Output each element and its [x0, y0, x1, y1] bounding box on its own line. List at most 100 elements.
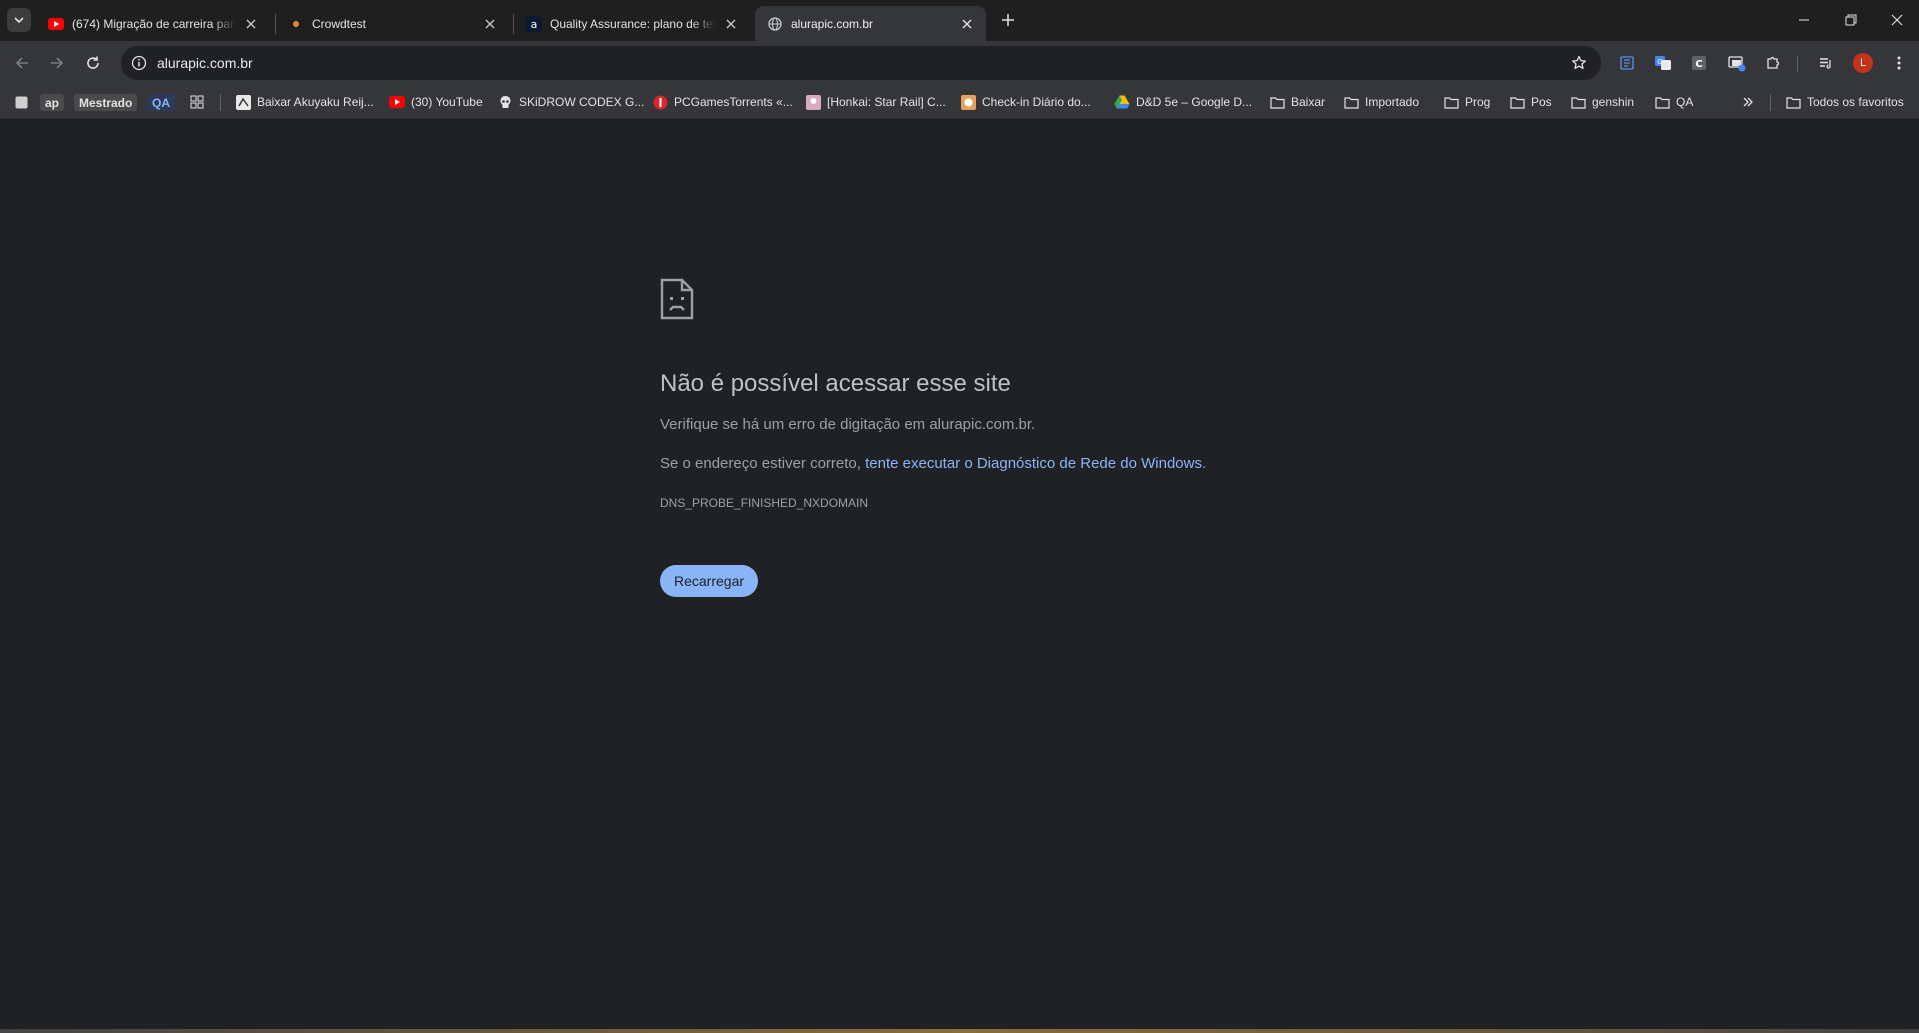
bookmark-separator — [1770, 94, 1771, 111]
bookmark-youtube[interactable]: (30) YouTube — [389, 91, 483, 113]
bookmark-honkai[interactable]: [Honkai: Star Rail] C... — [805, 91, 946, 113]
close-icon[interactable] — [242, 15, 260, 33]
folder-icon — [1443, 94, 1459, 110]
bookmark-checkin[interactable]: Check-in Diário do... — [960, 91, 1091, 113]
error-diagnostics-hint: Se o endereço estiver correto, tente exe… — [660, 455, 1206, 472]
crowdtest-icon — [288, 16, 304, 32]
chevron-down-icon — [14, 17, 24, 24]
bookmark-dnd[interactable]: D&D 5e – Google D... — [1114, 91, 1252, 113]
bookmark-apps[interactable] — [189, 91, 211, 113]
folder-icon — [1269, 94, 1285, 110]
reload-page-button[interactable]: Recarregar — [660, 565, 758, 597]
arrow-right-icon — [51, 57, 64, 69]
bookmark-label: SKiDROW CODEX G... — [519, 95, 645, 109]
site-icon — [235, 94, 251, 110]
url-text: alurapic.com.br — [157, 55, 253, 71]
tab-quality-assurance[interactable]: a Quality Assurance: plano de tes — [514, 6, 750, 41]
drive-icon — [1114, 94, 1130, 110]
google-translate-icon[interactable]: G — [1650, 50, 1676, 76]
bookmark-skidrow[interactable]: SKiDROW CODEX G... — [497, 91, 644, 113]
error-page: Não é possível acessar esse site Verifiq… — [0, 120, 1919, 1033]
bookmark-folder-baixar[interactable]: Baixar — [1269, 91, 1325, 113]
bookmark-pcgamestorrents[interactable]: PCGamesTorrents «... — [652, 91, 793, 113]
folder-icon — [1654, 94, 1670, 110]
bookmark-mestrado[interactable]: Mestrado — [74, 94, 138, 111]
tab-alurapic[interactable]: alurapic.com.br — [755, 6, 986, 41]
back-button[interactable] — [8, 49, 36, 77]
bookmark-folder-pos[interactable]: Pos — [1509, 91, 1552, 113]
svg-text:a: a — [531, 18, 538, 31]
hoyolab-icon — [960, 94, 976, 110]
close-icon[interactable] — [958, 15, 976, 33]
bookmark-label: genshin — [1592, 95, 1635, 109]
close-icon[interactable] — [722, 15, 740, 33]
bookmark-folder-prog[interactable]: Prog — [1443, 91, 1490, 113]
bookmark-folder-importado[interactable]: Importado — [1343, 91, 1419, 113]
restore-icon — [1845, 14, 1857, 26]
bookmark-label: Baixar Akuyaku Reij... — [257, 95, 374, 109]
tab-youtube[interactable]: (674) Migração de carreira para — [36, 6, 270, 41]
minimize-button[interactable] — [1782, 0, 1826, 40]
double-chevron-right-icon — [1740, 94, 1756, 110]
youtube-icon — [48, 16, 64, 32]
media-queue-icon[interactable] — [1813, 50, 1839, 76]
tab-crowdtest[interactable]: Crowdtest — [276, 6, 509, 41]
reload-button[interactable] — [79, 49, 107, 77]
tab-title: Quality Assurance: plano de tes — [550, 16, 716, 31]
alura-icon: a — [526, 15, 542, 32]
bookmarks-overflow-button[interactable] — [1740, 91, 1762, 113]
tab-title: Crowdtest — [312, 16, 367, 31]
bookmark-label: Prog — [1465, 95, 1491, 109]
bookmark-star-icon[interactable] — [1567, 51, 1591, 75]
close-window-button[interactable] — [1875, 0, 1919, 40]
extension-windows-icon[interactable] — [1724, 50, 1750, 76]
network-diagnostics-link[interactable]: tente executar o Diagnóstico de Rede do … — [865, 455, 1202, 472]
profile-avatar[interactable]: L — [1853, 53, 1873, 73]
more-menu-icon[interactable] — [1886, 50, 1912, 76]
new-tab-button[interactable] — [996, 8, 1020, 32]
bookmark-folder-genshin[interactable]: genshin — [1570, 91, 1634, 113]
forward-button[interactable] — [43, 49, 71, 77]
pc-icon — [652, 94, 668, 110]
bookmark-label: Check-in Diário do... — [982, 95, 1091, 109]
bookmark-label: (30) YouTube — [411, 95, 483, 109]
toolbar-separator — [1797, 56, 1798, 72]
honkai-icon — [805, 94, 821, 110]
bookmarks-bar: ap Mestrado QA Baixar Akuyaku Reij... (3… — [0, 85, 1919, 119]
extension-c-icon[interactable]: C — [1686, 50, 1712, 76]
bookmark-label: D&D 5e – Google D... — [1136, 95, 1253, 109]
tab-title: (674) Migração de carreira para — [72, 16, 236, 31]
folder-icon — [1509, 94, 1525, 110]
diagnostics-prefix: Se o endereço estiver correto, — [660, 455, 866, 472]
toolbar: alurapic.com.br G C L — [0, 41, 1919, 85]
error-code: DNS_PROBE_FINISHED_NXDOMAIN — [660, 496, 869, 510]
close-icon[interactable] — [481, 15, 499, 33]
tab-search-button[interactable] — [7, 8, 31, 32]
site-info-icon[interactable] — [125, 49, 153, 77]
taskbar-edge — [0, 1029, 1919, 1033]
error-title: Não é possível acessar esse site — [660, 370, 1011, 397]
tab-strip: (674) Migração de carreira para Crowdtes… — [0, 0, 1919, 41]
youtube-icon — [389, 94, 405, 110]
tab-title: alurapic.com.br — [791, 16, 874, 31]
svg-text:C: C — [1695, 59, 1702, 70]
puzzle-extensions-icon[interactable] — [1760, 50, 1786, 76]
bookmark-qa-pill[interactable]: QA — [147, 94, 175, 111]
arrow-left-icon — [15, 57, 28, 69]
restore-button[interactable] — [1829, 0, 1873, 40]
bookmark-label: Pos — [1531, 95, 1552, 109]
bookmark-separator — [220, 94, 221, 111]
bookmark-ap[interactable]: ap — [40, 94, 65, 111]
bookmark-square[interactable] — [13, 91, 35, 113]
square-icon — [13, 94, 29, 110]
sad-document-icon — [660, 278, 694, 320]
address-bar[interactable]: alurapic.com.br — [121, 46, 1601, 80]
bookmark-label: Importado — [1365, 95, 1420, 109]
folder-icon — [1570, 94, 1586, 110]
folder-icon — [1785, 94, 1801, 110]
globe-icon — [767, 16, 783, 32]
bookmark-folder-qa[interactable]: QA — [1654, 91, 1693, 113]
extension-reader-icon[interactable] — [1614, 50, 1640, 76]
all-bookmarks-button[interactable]: Todos os favoritos — [1785, 91, 1904, 113]
bookmark-baixar-akuyaku[interactable]: Baixar Akuyaku Reij... — [235, 91, 374, 113]
